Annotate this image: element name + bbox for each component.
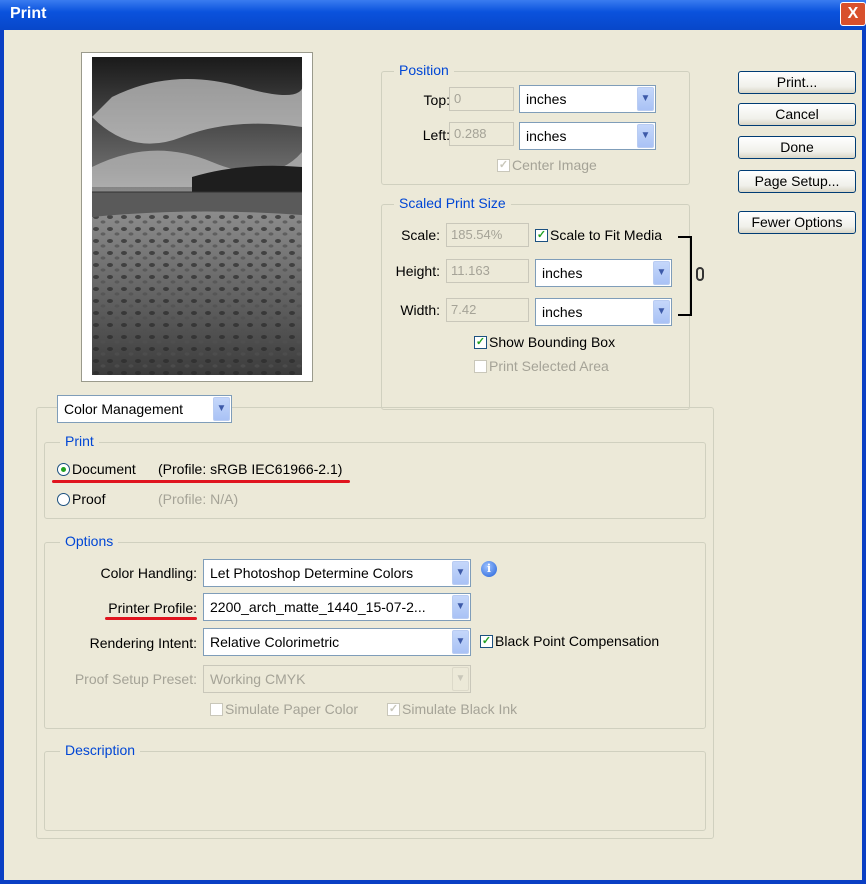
printer-profile-label: Printer Profile: bbox=[108, 600, 197, 616]
height-label: Height: bbox=[395, 263, 440, 279]
document-radio[interactable] bbox=[57, 463, 70, 476]
print-dialog: Print X Position Top: 0 inches ▼ Left: 0… bbox=[0, 0, 866, 884]
title-bar: Print X bbox=[0, 0, 866, 30]
height-unit-select[interactable]: inches ▼ bbox=[535, 259, 672, 287]
chevron-down-icon: ▼ bbox=[213, 397, 230, 421]
print-preview bbox=[81, 52, 313, 382]
width-input[interactable]: 7.42 bbox=[446, 298, 529, 322]
simulate-paper-checkbox[interactable] bbox=[210, 703, 223, 716]
document-label: Document bbox=[72, 461, 136, 477]
show-bounding-box-label: Show Bounding Box bbox=[489, 334, 616, 350]
simulate-paper-label: Simulate Paper Color bbox=[225, 701, 359, 717]
annotation-underline bbox=[105, 617, 197, 620]
proof-profile: (Profile: N/A) bbox=[158, 491, 239, 507]
rendering-intent-label: Rendering Intent: bbox=[89, 635, 197, 651]
mode-select[interactable]: Color Management ▼ bbox=[57, 395, 232, 423]
center-image-label: Center Image bbox=[512, 157, 597, 173]
proof-setup-select[interactable]: Working CMYK ▼ bbox=[203, 665, 471, 693]
print-selected-area-label: Print Selected Area bbox=[489, 358, 609, 374]
chevron-down-icon: ▼ bbox=[452, 667, 469, 691]
top-input[interactable]: 0 bbox=[449, 87, 514, 111]
print-button[interactable]: Print... bbox=[738, 71, 856, 94]
info-icon[interactable]: i bbox=[481, 561, 497, 577]
print-selected-area-checkbox[interactable] bbox=[474, 360, 487, 373]
chevron-down-icon: ▼ bbox=[452, 595, 469, 619]
black-point-label: Black Point Compensation bbox=[495, 633, 660, 649]
proof-setup-label: Proof Setup Preset: bbox=[74, 671, 197, 687]
close-icon[interactable]: X bbox=[840, 2, 866, 26]
scale-to-fit-checkbox[interactable]: ✓ bbox=[535, 229, 548, 242]
dialog-body: Position Top: 0 inches ▼ Left: 0.288 inch… bbox=[4, 30, 862, 880]
scale-to-fit-label: Scale to Fit Media bbox=[550, 227, 663, 243]
simulate-black-label: Simulate Black Ink bbox=[402, 701, 518, 717]
annotation-underline bbox=[52, 480, 350, 483]
color-handling-label: Color Handling: bbox=[100, 565, 198, 581]
left-label: Left: bbox=[422, 127, 450, 143]
top-unit-select[interactable]: inches ▼ bbox=[519, 85, 656, 113]
options-legend: Options bbox=[60, 533, 119, 549]
preview-photo bbox=[92, 57, 304, 375]
chevron-down-icon: ▼ bbox=[452, 630, 469, 654]
rendering-intent-select[interactable]: Relative Colorimetric ▼ bbox=[203, 628, 471, 656]
chevron-down-icon: ▼ bbox=[637, 87, 654, 111]
scale-label: Scale: bbox=[401, 227, 440, 243]
description-legend: Description bbox=[60, 742, 141, 758]
center-image-checkbox[interactable]: ✓ bbox=[497, 159, 510, 172]
scale-input[interactable]: 185.54% bbox=[446, 223, 529, 247]
window-title: Print bbox=[10, 5, 47, 22]
left-unit-select[interactable]: inches ▼ bbox=[519, 122, 656, 150]
chevron-down-icon: ▼ bbox=[653, 261, 670, 285]
left-input[interactable]: 0.288 bbox=[449, 122, 514, 146]
link-icon[interactable] bbox=[696, 267, 704, 281]
height-input[interactable]: 11.163 bbox=[446, 259, 529, 283]
width-unit-select[interactable]: inches ▼ bbox=[535, 298, 672, 326]
document-profile: (Profile: sRGB IEC61966-2.1) bbox=[158, 461, 343, 477]
chevron-down-icon: ▼ bbox=[452, 561, 469, 585]
simulate-black-checkbox[interactable]: ✓ bbox=[387, 703, 400, 716]
chevron-down-icon: ▼ bbox=[653, 300, 670, 324]
page-setup-button[interactable]: Page Setup... bbox=[738, 170, 856, 193]
description-group: Description bbox=[44, 742, 706, 831]
proof-label: Proof bbox=[72, 491, 106, 507]
top-label: Top: bbox=[423, 92, 450, 108]
color-handling-select[interactable]: Let Photoshop Determine Colors ▼ bbox=[203, 559, 471, 587]
proof-radio[interactable] bbox=[57, 493, 70, 506]
constrain-bracket bbox=[678, 236, 692, 316]
fewer-options-button[interactable]: Fewer Options bbox=[738, 211, 856, 234]
width-label: Width: bbox=[400, 302, 440, 318]
print-group-legend: Print bbox=[60, 433, 99, 449]
position-legend: Position bbox=[394, 62, 454, 78]
black-point-checkbox[interactable]: ✓ bbox=[480, 635, 493, 648]
cancel-button[interactable]: Cancel bbox=[738, 103, 856, 126]
printer-profile-select[interactable]: 2200_arch_matte_1440_15-07-2... ▼ bbox=[203, 593, 471, 621]
done-button[interactable]: Done bbox=[738, 136, 856, 159]
chevron-down-icon: ▼ bbox=[637, 124, 654, 148]
show-bounding-box-checkbox[interactable]: ✓ bbox=[474, 336, 487, 349]
scaled-print-size-legend: Scaled Print Size bbox=[394, 195, 511, 211]
